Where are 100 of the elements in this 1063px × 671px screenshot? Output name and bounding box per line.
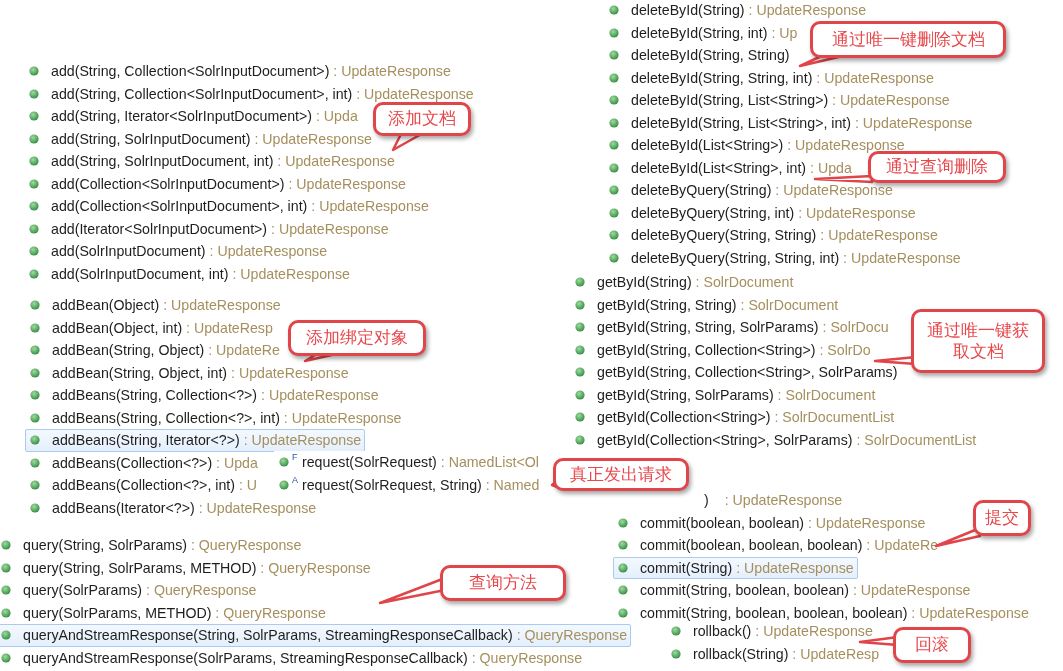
method-item[interactable]: getById(String, Collection<String>) : SolrDo [570, 338, 875, 361]
callout-bubble: 提交 [973, 500, 1031, 536]
method-icon [609, 252, 619, 263]
method-item[interactable]: add(String, Collection<SolrInputDocument>, int) : UpdateResponse [24, 82, 478, 105]
method-icon [575, 277, 585, 288]
method-icon [609, 27, 619, 38]
method-item[interactable]: getById(String, Collection<String>, SolrParams) [570, 361, 902, 384]
method-item[interactable]: deleteById(List<String>, int) : Upda [604, 156, 856, 179]
method-item[interactable]: deleteByQuery(String, String, int) : UpdateResponse [604, 246, 965, 269]
method-icon [609, 95, 619, 106]
method-icon [30, 390, 40, 401]
method-item[interactable]: addBeans(Iterator<?>) : UpdateResponse [25, 496, 321, 519]
method-item[interactable]: rollback(String) : UpdateResp [666, 642, 884, 665]
method-icon [29, 223, 39, 234]
method-icon [575, 412, 585, 423]
method-item[interactable]: getById(Collection<String>, SolrParams) : SolrDocumentList [570, 428, 981, 451]
callout-bubble: 回滚 [893, 627, 971, 663]
method-item[interactable]: queryAndStreamResponse(SolrParams, StreamingResponseCallback) : QueryResponse [0, 646, 587, 669]
method-item[interactable]: deleteById(String) : UpdateResponse [604, 0, 871, 22]
method-item[interactable]: query(SolrParams) : QueryResponse [0, 579, 261, 602]
method-item[interactable]: add(String, Collection<SolrInputDocument>) : UpdateResponse [24, 60, 455, 83]
method-icon [1, 630, 11, 641]
method-item[interactable]: addBeans(String, Iterator<?>) : UpdateResponse [25, 429, 366, 452]
method-item[interactable]: ) : UpdateResponse [613, 489, 847, 512]
method-item[interactable]: query(SolrParams, METHOD) : QueryResponse [0, 601, 330, 624]
method-icon [575, 434, 585, 445]
method-icon [671, 648, 681, 659]
method-item[interactable]: deleteById(String, int) : Up [604, 21, 802, 44]
method-item[interactable]: deleteById(String, List<String>, int) : UpdateResponse [604, 111, 977, 134]
method-icon [609, 207, 619, 218]
method-icon [29, 156, 39, 167]
method-item[interactable]: add(SolrInputDocument) : UpdateResponse [24, 240, 332, 263]
method-item[interactable]: commit(boolean, boolean) : UpdateResponse [613, 511, 930, 534]
method-icon [29, 178, 39, 189]
method-icon [279, 479, 289, 490]
method-item[interactable]: deleteById(String, String) [604, 44, 794, 67]
method-item[interactable]: query(String, SolrParams, METHOD) : QueryResponse [0, 556, 375, 579]
method-item[interactable]: getById(String, SolrParams) : SolrDocument [570, 383, 880, 406]
method-icon [29, 88, 39, 99]
method-icon [618, 540, 628, 551]
method-icon [609, 5, 619, 16]
method-item[interactable]: add(Collection<SolrInputDocument>, int) : UpdateResponse [24, 195, 433, 218]
method-icon [575, 389, 585, 400]
method-icon [609, 50, 619, 61]
method-icon [29, 111, 39, 122]
method-item[interactable]: addBeans(String, Collection<?>, int) : UpdateResponse [25, 406, 406, 429]
method-item[interactable]: commit(String, boolean, boolean) : UpdateResponse [613, 579, 975, 602]
method-icon [609, 140, 619, 151]
method-item[interactable]: add(String, Iterator<SolrInputDocument>) : Upda [24, 105, 362, 128]
method-icon [618, 562, 628, 573]
method-item[interactable]: addBeans(Collection<?>, int) : U [25, 474, 262, 497]
method-item[interactable]: query(String, SolrParams) : QueryResponse [0, 534, 306, 557]
method-item[interactable]: deleteByQuery(String, String) : UpdateResponse [604, 224, 942, 247]
method-item[interactable]: getById(String, String, SolrParams) : SolrDocu [570, 316, 893, 339]
method-item[interactable]: queryAndStreamResponse(String, SolrParams, StreamingResponseCallback) : QueryResponse [0, 624, 632, 647]
method-icon [279, 457, 289, 468]
method-item[interactable]: add(SolrInputDocument, int) : UpdateResponse [24, 262, 354, 285]
method-item[interactable]: addBeans(String, Collection<?>) : UpdateResponse [25, 384, 383, 407]
method-icon [609, 185, 619, 196]
method-item[interactable]: addBean(String, Object) : UpdateRe [25, 339, 284, 362]
callout-bubble: 通过唯一键获取文档 [911, 309, 1045, 373]
method-item[interactable]: A request(SolrRequest, String) : Named [274, 473, 544, 496]
method-item[interactable]: addBean(Object) : UpdateResponse [25, 294, 285, 317]
callout-bubble: 真正发出请求 [553, 458, 689, 491]
method-item[interactable]: getById(String, String) : SolrDocument [570, 293, 843, 316]
method-icon [29, 66, 39, 77]
method-item[interactable]: commit(String) : UpdateResponse [613, 556, 858, 579]
method-icon [29, 246, 39, 257]
method-item[interactable]: add(String, SolrInputDocument) : UpdateResponse [24, 127, 376, 150]
method-icon [30, 435, 40, 446]
method-icon [1, 607, 11, 618]
callout-bubble: 通过查询删除 [868, 151, 1006, 183]
method-item[interactable]: deleteById(String, List<String>) : UpdateResponse [604, 89, 954, 112]
method-icon [1, 585, 11, 596]
method-item[interactable]: add(String, SolrInputDocument, int) : UpdateResponse [24, 150, 399, 173]
method-icon [671, 626, 681, 637]
method-icon [575, 344, 585, 355]
method-item[interactable]: add(Iterator<SolrInputDocument>) : UpdateResponse [24, 217, 393, 240]
method-item[interactable]: commit(boolean, boolean, boolean) : UpdateRe [613, 534, 943, 557]
callout-pointer [813, 174, 874, 184]
method-icon [609, 117, 619, 128]
method-icon [618, 607, 628, 618]
method-item[interactable]: add(Collection<SolrInputDocument>) : UpdateResponse [24, 172, 410, 195]
method-icon [575, 322, 585, 333]
method-item[interactable]: F request(SolrRequest) : NamedList<Ol [274, 451, 543, 474]
method-item[interactable]: getById(String) : SolrDocument [570, 271, 798, 294]
method-item[interactable]: getById(Collection<String>) : SolrDocumentList [570, 406, 899, 429]
method-icon [609, 72, 619, 83]
method-item[interactable]: addBean(Object, int) : UpdateResp [25, 316, 277, 339]
method-item[interactable]: deleteById(String, String, int) : UpdateResponse [604, 66, 938, 89]
method-icon [1, 652, 11, 663]
method-icon [1, 540, 11, 551]
method-item[interactable]: addBeans(Collection<?>) : Upda [25, 451, 262, 474]
modifier-marker: F [292, 452, 299, 463]
method-icon [29, 201, 39, 212]
method-item[interactable]: addBean(String, Object, int) : UpdateResponse [25, 361, 353, 384]
method-icon [30, 300, 40, 311]
method-icon [30, 322, 40, 333]
method-item[interactable]: deleteByQuery(String, int) : UpdateResponse [604, 201, 920, 224]
method-icon [30, 345, 40, 356]
